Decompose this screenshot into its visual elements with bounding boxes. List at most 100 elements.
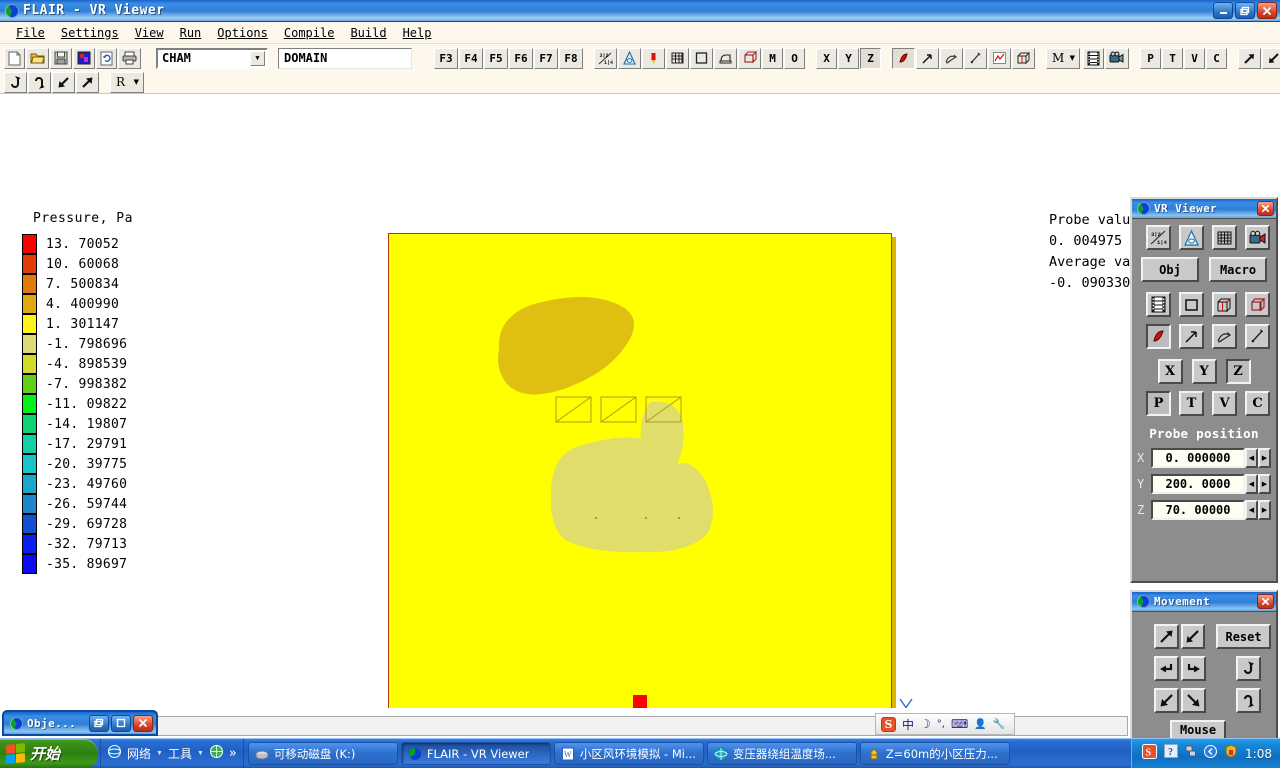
menu-compile[interactable]: Compile xyxy=(276,25,343,41)
vr-viewer-title-bar[interactable]: VR Viewer xyxy=(1132,199,1276,219)
split-cell-icon[interactable]: 3|21|4 xyxy=(594,48,617,69)
arrow-diag-icon[interactable] xyxy=(1179,324,1204,349)
vr-axis-z-button[interactable]: Z xyxy=(1226,359,1251,384)
outline-box-icon[interactable] xyxy=(1179,292,1204,317)
probe-y-increment-button[interactable]: ▶ xyxy=(1258,474,1271,494)
task-button[interactable]: 可移动磁盘 (K:) xyxy=(248,742,398,765)
object-window[interactable]: Obje... xyxy=(2,710,158,736)
help-icon[interactable]: ? xyxy=(1164,744,1178,763)
stamp-icon[interactable] xyxy=(738,48,761,69)
vr-var-t-button[interactable]: T xyxy=(1179,391,1204,416)
quicklaunch-network-label[interactable]: 网络 xyxy=(127,745,151,762)
probe-z-input[interactable]: 70. 00000 xyxy=(1151,500,1245,520)
arrow-diag-icon[interactable] xyxy=(916,48,939,69)
function-key-f5[interactable]: F5 xyxy=(484,48,508,69)
rotate-up-icon[interactable] xyxy=(1236,656,1261,681)
crescent-icon[interactable]: ☽ xyxy=(920,717,931,731)
line-graph-icon[interactable] xyxy=(988,48,1011,69)
film-strip-icon[interactable] xyxy=(1146,292,1171,317)
maximize-button[interactable] xyxy=(1235,2,1255,19)
chevron-down-icon[interactable]: ▼ xyxy=(250,51,265,66)
arrow-return-right-icon[interactable] xyxy=(1181,656,1206,681)
arrow-up-right-wave-icon[interactable] xyxy=(76,72,99,93)
sogou-icon[interactable]: S xyxy=(881,717,896,732)
chevron-down-icon[interactable]: ▼ xyxy=(1070,54,1075,62)
save-disk-icon[interactable] xyxy=(50,48,72,69)
refresh-page-icon[interactable] xyxy=(96,48,117,69)
probe-z-increment-button[interactable]: ▶ xyxy=(1258,500,1271,520)
case-combo[interactable]: CHAM ▼ xyxy=(156,48,268,69)
vr-var-v-button[interactable]: V xyxy=(1212,391,1237,416)
chevron-down-icon[interactable]: ▼ xyxy=(156,750,163,757)
wrench-icon[interactable]: 🔧 xyxy=(993,719,1005,730)
stamp-icon[interactable] xyxy=(1245,292,1270,317)
vr-var-c-button[interactable]: C xyxy=(1245,391,1270,416)
task-button-active[interactable]: FLAIR - VR Viewer xyxy=(401,742,551,765)
ime-mode-icon[interactable]: 中 xyxy=(902,716,914,733)
quicklaunch-overflow[interactable]: » xyxy=(229,746,237,761)
sogou-icon[interactable]: S xyxy=(1142,744,1157,764)
shield-icon[interactable] xyxy=(1224,744,1238,763)
graphics-canvas[interactable]: Pressure, Pa 13. 70052 10. 60068 7. 5008… xyxy=(0,94,1280,708)
menu-options[interactable]: Options xyxy=(209,25,276,41)
movement-title-bar[interactable]: Movement xyxy=(1132,592,1276,612)
task-button[interactable]: Z=60m的小区压力... xyxy=(860,742,1010,765)
wand-icon[interactable] xyxy=(1245,324,1270,349)
function-key-f3[interactable]: F3 xyxy=(434,48,458,69)
keyboard-icon[interactable]: ⌨ xyxy=(951,717,968,731)
object-close-button[interactable] xyxy=(133,715,153,732)
ime-language-bar[interactable]: S 中 ☽ °, ⌨ 👤 🔧 xyxy=(875,713,1015,735)
r-combo[interactable]: R ▼ xyxy=(110,72,144,93)
var-p-button[interactable]: P xyxy=(1140,48,1161,69)
red-marker-icon[interactable] xyxy=(642,48,665,69)
arrow-up-right-icon[interactable] xyxy=(1154,624,1179,649)
close-button[interactable] xyxy=(1257,2,1277,19)
var-c-button[interactable]: C xyxy=(1206,48,1227,69)
menu-view[interactable]: View xyxy=(127,25,172,41)
movement-panel[interactable]: Movement Reset xyxy=(1130,590,1278,742)
task-button[interactable]: 变压器绕组温度场... xyxy=(707,742,857,765)
var-v-button[interactable]: V xyxy=(1184,48,1205,69)
obj-button[interactable]: Obj xyxy=(1141,257,1199,282)
contour-icon[interactable] xyxy=(1179,225,1204,250)
object-maximize-button[interactable] xyxy=(111,715,131,732)
task-button[interactable]: W 小区风环境模拟 - Mi... xyxy=(554,742,704,765)
arrow-down-left-icon[interactable] xyxy=(1262,48,1280,69)
contour-icon[interactable] xyxy=(618,48,641,69)
axis-z-button[interactable]: Z xyxy=(860,48,881,69)
print-icon[interactable] xyxy=(118,48,141,69)
function-key-f8[interactable]: F8 xyxy=(559,48,583,69)
menu-settings[interactable]: Settings xyxy=(53,25,127,41)
toolbar-m-button[interactable]: M xyxy=(762,48,783,69)
network-icon[interactable] xyxy=(1185,744,1197,763)
menu-build[interactable]: Build xyxy=(342,25,394,41)
probe-x-increment-button[interactable]: ▶ xyxy=(1258,448,1271,468)
movement-close-button[interactable] xyxy=(1257,594,1274,609)
arrow-up-right-icon[interactable] xyxy=(1238,48,1261,69)
camera-icon[interactable] xyxy=(1245,225,1270,250)
domain-field[interactable]: DOMAIN xyxy=(278,48,412,69)
vr-axis-x-button[interactable]: X xyxy=(1158,359,1183,384)
axis-y-button[interactable]: Y xyxy=(838,48,859,69)
object-restore-button[interactable] xyxy=(89,715,109,732)
quicklaunch-tools-label[interactable]: 工具 xyxy=(168,745,192,762)
function-key-f7[interactable]: F7 xyxy=(534,48,558,69)
contour-plot[interactable] xyxy=(388,233,892,708)
grid-icon[interactable] xyxy=(1212,225,1237,250)
film-strip-icon[interactable] xyxy=(1083,48,1104,69)
start-button[interactable]: 开始 xyxy=(0,739,98,768)
grid-icon[interactable] xyxy=(666,48,689,69)
arrow-down-left-icon[interactable] xyxy=(1181,624,1206,649)
arrow-return-left-icon[interactable] xyxy=(1154,656,1179,681)
vr-viewer-panel[interactable]: VR Viewer 3|21|4 Obj xyxy=(1130,197,1278,583)
menu-help[interactable]: Help xyxy=(395,25,440,41)
camera-icon[interactable] xyxy=(1105,48,1129,69)
menu-file[interactable]: File xyxy=(8,25,53,41)
iron-icon[interactable] xyxy=(714,48,737,69)
vr-axis-y-button[interactable]: Y xyxy=(1192,359,1217,384)
probe-z-decrement-button[interactable]: ◀ xyxy=(1245,500,1258,520)
new-document-icon[interactable] xyxy=(4,48,25,69)
probe-y-input[interactable]: 200. 0000 xyxy=(1151,474,1245,494)
ie-icon[interactable] xyxy=(107,744,122,764)
arrow-down-left-wave-icon[interactable] xyxy=(1154,688,1179,713)
